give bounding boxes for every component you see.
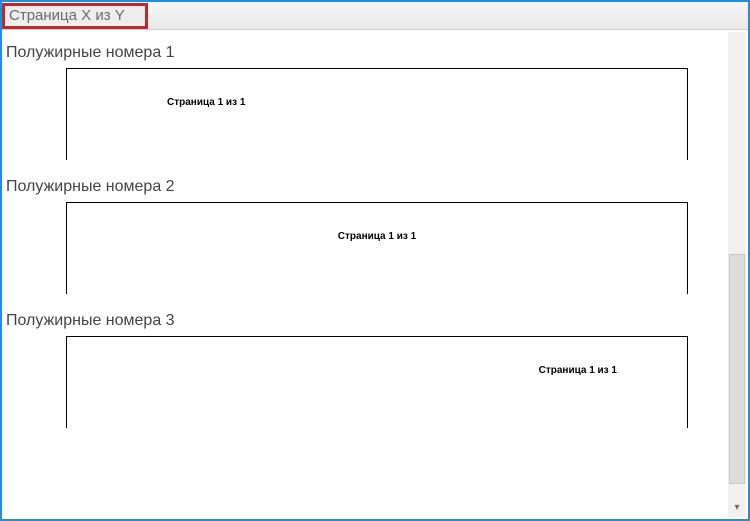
page-preview: Страница 1 из 1 [66, 202, 688, 294]
section-title: Страница X из Y [9, 7, 125, 24]
gallery-item[interactable]: Полужирные номера 2 Страница 1 из 1 [6, 178, 738, 294]
scrollbar-thumb[interactable] [729, 254, 745, 484]
section-header-highlight: Страница X из Y [2, 3, 148, 29]
gallery-item-title: Полужирные номера 3 [6, 312, 738, 330]
page-preview: Страница 1 из 1 [66, 68, 688, 160]
chevron-down-icon: ▾ [734, 502, 739, 513]
page-number-sample: Страница 1 из 1 [539, 365, 617, 376]
page-number-sample: Страница 1 из 1 [338, 231, 416, 242]
gallery-item[interactable]: Полужирные номера 1 Страница 1 из 1 [6, 44, 738, 160]
gallery-item-title: Полужирные номера 2 [6, 178, 738, 196]
section-header: Страница X из Y [2, 2, 748, 30]
page-preview: Страница 1 из 1 [66, 336, 688, 428]
gallery-item-title: Полужирные номера 1 [6, 44, 738, 62]
gallery-window: Страница X из Y Полужирные номера 1 Стра… [0, 0, 750, 521]
vertical-scrollbar[interactable]: ▾ [728, 32, 746, 517]
page-number-sample: Страница 1 из 1 [167, 97, 245, 108]
gallery-item[interactable]: Полужирные номера 3 Страница 1 из 1 [6, 312, 738, 428]
gallery-content: Полужирные номера 1 Страница 1 из 1 Полу… [2, 32, 748, 519]
scroll-down-arrow[interactable]: ▾ [728, 497, 746, 517]
